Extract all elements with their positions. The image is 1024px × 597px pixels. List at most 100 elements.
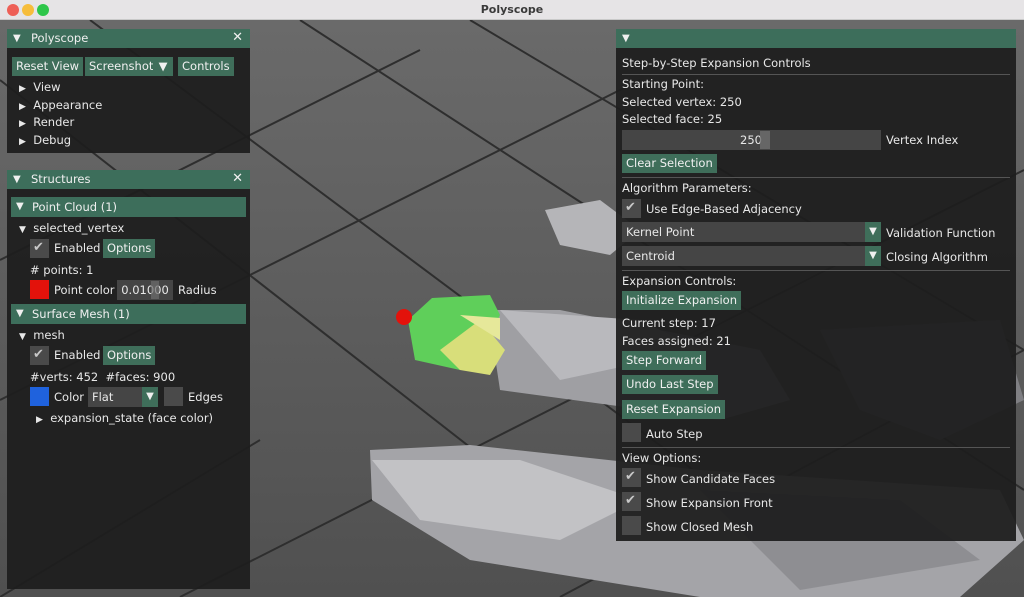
window-titlebar: Polyscope (0, 0, 1024, 20)
close-icon[interactable]: ✕ (232, 30, 243, 45)
closing-algorithm-label: Closing Algorithm (886, 250, 989, 264)
selected-vertex-point (396, 309, 412, 325)
selected-vertex-text: Selected vertex: 250 (622, 95, 742, 109)
point-color-swatch[interactable] (30, 280, 49, 299)
show-expansion-front-label: Show Expansion Front (646, 496, 773, 510)
mesh-info: #verts: 452 #faces: 900 (30, 370, 176, 384)
chevron-down-icon: ▼ (865, 246, 881, 266)
show-closed-mesh-label: Show Closed Mesh (646, 520, 754, 534)
auto-step-checkbox[interactable] (622, 423, 641, 442)
surface-mesh-header[interactable]: ▼ Surface Mesh (1) (11, 304, 246, 324)
edges-checkbox[interactable] (164, 387, 183, 406)
check-icon: ✔ (625, 200, 636, 215)
validation-function-dropdown[interactable]: Kernel Point ▼ (622, 222, 881, 242)
collapse-triangle-icon: ▼ (19, 332, 26, 342)
collapse-triangle-icon[interactable]: ▼ (13, 33, 21, 44)
point-cloud-enabled-checkbox[interactable]: ✔ (30, 239, 49, 258)
divider (622, 74, 1010, 75)
point-color-label: Point color (54, 283, 115, 297)
current-step-text: Current step: 17 (622, 316, 716, 330)
selected-face-text: Selected face: 25 (622, 112, 723, 126)
tree-item-render[interactable]: ▶ Render (19, 115, 74, 129)
edges-label: Edges (188, 390, 223, 404)
structures-panel-title: Structures (31, 172, 91, 186)
expand-arrow-icon: ▶ (19, 84, 26, 94)
reset-expansion-button[interactable]: Reset Expansion (622, 400, 725, 419)
closing-algorithm-dropdown[interactable]: Centroid ▼ (622, 246, 881, 266)
structures-panel: ▼ Structures ✕ ▼ Point Cloud (1) ▼ selec… (7, 170, 250, 589)
mesh-options-button[interactable]: Options (103, 346, 156, 365)
undo-last-step-button[interactable]: Undo Last Step (622, 375, 718, 394)
collapse-triangle-icon[interactable]: ▼ (13, 174, 21, 185)
expand-arrow-icon: ▶ (19, 102, 26, 112)
collapse-triangle-icon[interactable]: ▼ (622, 33, 630, 44)
expansion-panel-title: Step-by-Step Expansion Controls (622, 56, 811, 70)
expand-arrow-icon: ▶ (19, 137, 26, 147)
structures-panel-header[interactable]: ▼ Structures ✕ (7, 170, 250, 189)
collapse-triangle-icon: ▼ (16, 201, 24, 212)
edge-adjacency-checkbox[interactable]: ✔ (622, 199, 641, 218)
initialize-expansion-button[interactable]: Initialize Expansion (622, 291, 742, 310)
tree-item-appearance[interactable]: ▶ Appearance (19, 98, 102, 112)
vertex-index-label: Vertex Index (886, 133, 959, 147)
point-cloud-enabled-label: Enabled (54, 241, 101, 255)
point-cloud-options-button[interactable]: Options (103, 239, 156, 258)
polyscope-panel-title: Polyscope (31, 31, 89, 45)
slider-grab[interactable] (760, 131, 770, 149)
algorithm-heading: Algorithm Parameters: (622, 181, 752, 195)
expansion-state-quantity[interactable]: ▶ expansion_state (face color) (36, 411, 213, 425)
divider (622, 447, 1010, 448)
mesh-enabled-checkbox[interactable]: ✔ (30, 346, 49, 365)
polyscope-panel-header[interactable]: ▼ Polyscope ✕ (7, 29, 250, 48)
view-options-heading: View Options: (622, 451, 702, 465)
check-icon: ✔ (33, 347, 44, 362)
check-icon: ✔ (33, 240, 44, 255)
window-title: Polyscope (480, 3, 544, 16)
auto-step-label: Auto Step (646, 427, 703, 441)
expand-arrow-icon: ▶ (36, 415, 43, 425)
show-expansion-front-checkbox[interactable]: ✔ (622, 492, 641, 511)
show-candidate-faces-label: Show Candidate Faces (646, 472, 776, 486)
expansion-panel-header[interactable]: ▼ (616, 29, 1016, 48)
show-closed-mesh-checkbox[interactable] (622, 516, 641, 535)
faces-assigned-text: Faces assigned: 21 (622, 334, 732, 348)
collapse-triangle-icon: ▼ (16, 308, 24, 319)
expansion-controls-panel: ▼ Step-by-Step Expansion Controls Starti… (616, 29, 1016, 541)
radius-slider[interactable]: 0.01000 (117, 280, 173, 300)
mesh-color-swatch[interactable] (30, 387, 49, 406)
points-count: # points: 1 (30, 263, 94, 277)
validation-function-label: Validation Function (886, 226, 996, 240)
controls-button[interactable]: Controls (178, 57, 234, 76)
chevron-down-icon: ▼ (158, 59, 168, 73)
screenshot-button[interactable]: Screenshot (85, 57, 158, 76)
check-icon: ✔ (625, 469, 636, 484)
radius-label: Radius (178, 283, 217, 297)
divider (622, 177, 1010, 178)
starting-point-heading: Starting Point: (622, 77, 704, 91)
screenshot-options-button[interactable]: ▼ (153, 57, 173, 76)
chevron-down-icon: ▼ (142, 387, 158, 407)
close-icon[interactable]: ✕ (232, 171, 243, 186)
chevron-down-icon: ▼ (865, 222, 881, 242)
clear-selection-button[interactable]: Clear Selection (622, 154, 717, 173)
tree-item-debug[interactable]: ▶ Debug (19, 133, 71, 147)
mesh-enabled-label: Enabled (54, 348, 101, 362)
edge-adjacency-label: Use Edge-Based Adjacency (646, 202, 802, 216)
point-cloud-header[interactable]: ▼ Point Cloud (1) (11, 197, 246, 217)
shading-dropdown[interactable]: Flat ▼ (88, 387, 158, 407)
reset-view-button[interactable]: Reset View (12, 57, 84, 76)
show-candidate-faces-checkbox[interactable]: ✔ (622, 468, 641, 487)
expand-arrow-icon: ▶ (19, 119, 26, 129)
mesh-color-label: Color (54, 390, 85, 404)
collapse-triangle-icon: ▼ (19, 225, 26, 235)
tree-item-view[interactable]: ▶ View (19, 80, 61, 94)
step-forward-button[interactable]: Step Forward (622, 351, 707, 370)
divider (622, 270, 1010, 271)
mesh-tree-item[interactable]: ▼ mesh (19, 328, 65, 342)
slider-grab[interactable] (151, 281, 159, 299)
vertex-index-slider[interactable]: 250 (622, 130, 881, 150)
expansion-controls-heading: Expansion Controls: (622, 274, 737, 288)
polyscope-panel: ▼ Polyscope ✕ Reset View Screenshot ▼ Co… (7, 29, 250, 153)
selected-vertex-tree-item[interactable]: ▼ selected_vertex (19, 221, 124, 235)
check-icon: ✔ (625, 493, 636, 508)
